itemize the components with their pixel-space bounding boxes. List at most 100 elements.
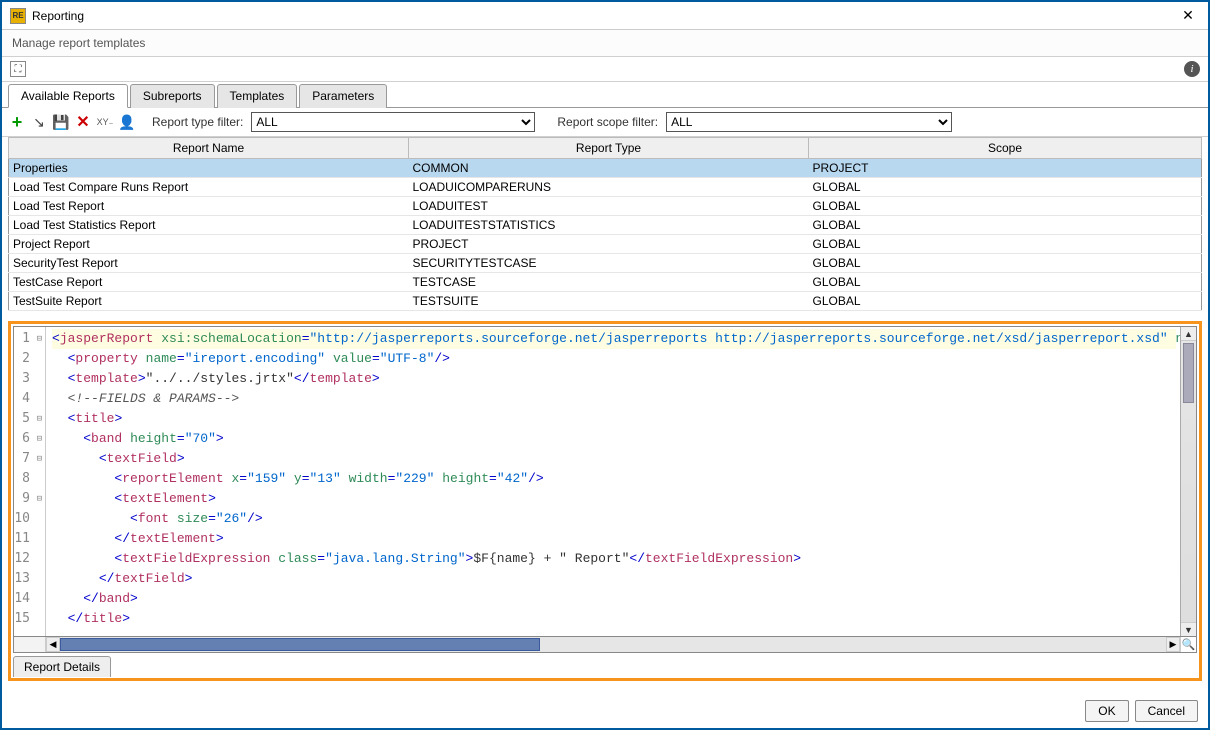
scope-filter-label: Report scope filter: bbox=[557, 115, 658, 129]
code-line[interactable]: <textFieldExpression class="java.lang.St… bbox=[52, 549, 1176, 569]
cell-name: Properties bbox=[9, 159, 409, 178]
zoom-icon[interactable]: 🔍 bbox=[1180, 637, 1196, 652]
tab-parameters[interactable]: Parameters bbox=[299, 84, 387, 108]
expand-icon[interactable]: ⛶ bbox=[10, 61, 26, 77]
code-lines[interactable]: <jasperReport xsi:schemaLocation="http:/… bbox=[46, 327, 1180, 636]
table-row[interactable]: Load Test Statistics ReportLOADUITESTSTA… bbox=[9, 216, 1202, 235]
code-line[interactable]: <!--FIELDS & PARAMS--> bbox=[52, 389, 1176, 409]
vertical-scrollbar[interactable]: ▲ ▼ bbox=[1180, 327, 1196, 636]
titlebar: RE Reporting ✕ bbox=[2, 2, 1208, 30]
edit-icon[interactable]: ↘ bbox=[30, 113, 48, 131]
cell-name: TestCase Report bbox=[9, 273, 409, 292]
code-line[interactable]: <textField> bbox=[52, 449, 1176, 469]
cell-type: SECURITYTESTCASE bbox=[409, 254, 809, 273]
rename-icon[interactable]: XY₋ bbox=[96, 113, 114, 131]
cell-type: PROJECT bbox=[409, 235, 809, 254]
close-button[interactable]: ✕ bbox=[1176, 6, 1200, 26]
code-line[interactable]: </band> bbox=[52, 589, 1176, 609]
table-row[interactable]: Load Test Compare Runs ReportLOADUICOMPA… bbox=[9, 178, 1202, 197]
save-icon[interactable]: 💾 bbox=[52, 113, 70, 131]
info-icon[interactable]: i bbox=[1184, 61, 1200, 77]
code-line[interactable]: <reportElement x="159" y="13" width="229… bbox=[52, 469, 1176, 489]
tab-available-reports[interactable]: Available Reports bbox=[8, 84, 128, 108]
cell-scope: GLOBAL bbox=[809, 292, 1202, 311]
cancel-button[interactable]: Cancel bbox=[1135, 700, 1198, 722]
line-number: 11 bbox=[14, 529, 43, 549]
table-row[interactable]: TestSuite ReportTESTSUITEGLOBAL bbox=[9, 292, 1202, 311]
line-number: 9⊟ bbox=[14, 489, 43, 509]
scroll-left-icon[interactable]: ◀ bbox=[46, 637, 60, 652]
code-line[interactable]: <font size="26"/> bbox=[52, 509, 1176, 529]
cell-type: TESTSUITE bbox=[409, 292, 809, 311]
type-filter-select[interactable]: ALL bbox=[251, 112, 535, 132]
code-line[interactable]: <title> bbox=[52, 409, 1176, 429]
cell-scope: PROJECT bbox=[809, 159, 1202, 178]
line-number: 8 bbox=[14, 469, 43, 489]
report-table[interactable]: Report NameReport TypeScope PropertiesCO… bbox=[8, 137, 1202, 311]
dialog-buttons: OK Cancel bbox=[1085, 700, 1198, 722]
table-row[interactable]: TestCase ReportTESTCASEGLOBAL bbox=[9, 273, 1202, 292]
cell-type: LOADUITEST bbox=[409, 197, 809, 216]
code-line[interactable]: <textElement> bbox=[52, 489, 1176, 509]
column-header[interactable]: Report Name bbox=[9, 138, 409, 159]
code-line[interactable]: <property name="ireport.encoding" value=… bbox=[52, 349, 1176, 369]
cell-type: LOADUICOMPARERUNS bbox=[409, 178, 809, 197]
main-tabs: Available ReportsSubreportsTemplatesPara… bbox=[2, 83, 1208, 108]
hscroll-thumb[interactable] bbox=[60, 638, 540, 651]
code-line[interactable]: <band height="70"> bbox=[52, 429, 1176, 449]
horizontal-scrollbar[interactable]: ◀ ▶ 🔍 bbox=[13, 637, 1197, 653]
window-title: Reporting bbox=[32, 9, 1176, 23]
cell-scope: GLOBAL bbox=[809, 273, 1202, 292]
cell-name: TestSuite Report bbox=[9, 292, 409, 311]
line-number: 6⊟ bbox=[14, 429, 43, 449]
table-row[interactable]: PropertiesCOMMONPROJECT bbox=[9, 159, 1202, 178]
line-number: 4 bbox=[14, 389, 43, 409]
line-number: 13 bbox=[14, 569, 43, 589]
type-filter-label: Report type filter: bbox=[152, 115, 243, 129]
scroll-up-icon[interactable]: ▲ bbox=[1181, 327, 1196, 341]
line-number: 7⊟ bbox=[14, 449, 43, 469]
actions-toolbar: + ↘ 💾 ✕ XY₋ 👤 Report type filter: ALL Re… bbox=[2, 108, 1208, 137]
line-number: 10 bbox=[14, 509, 43, 529]
line-number: 12 bbox=[14, 549, 43, 569]
cell-name: Load Test Statistics Report bbox=[9, 216, 409, 235]
tab-subreports[interactable]: Subreports bbox=[130, 84, 215, 108]
user-icon[interactable]: 👤 bbox=[118, 113, 136, 131]
column-header[interactable]: Report Type bbox=[409, 138, 809, 159]
cell-scope: GLOBAL bbox=[809, 178, 1202, 197]
column-header[interactable]: Scope bbox=[809, 138, 1202, 159]
line-gutter: 1⊟2345⊟6⊟7⊟89⊟101112131415 bbox=[14, 327, 46, 636]
line-number: 15 bbox=[14, 609, 43, 629]
ok-button[interactable]: OK bbox=[1085, 700, 1128, 722]
delete-icon[interactable]: ✕ bbox=[74, 113, 92, 131]
table-row[interactable]: SecurityTest ReportSECURITYTESTCASEGLOBA… bbox=[9, 254, 1202, 273]
code-line[interactable]: <jasperReport xsi:schemaLocation="http:/… bbox=[52, 329, 1176, 349]
add-icon[interactable]: + bbox=[8, 113, 26, 131]
line-number: 14 bbox=[14, 589, 43, 609]
subtitle: Manage report templates bbox=[2, 30, 1208, 57]
code-line[interactable]: </textField> bbox=[52, 569, 1176, 589]
line-number: 1⊟ bbox=[14, 329, 43, 349]
code-line[interactable]: <template>"../../styles.jrtx"</template> bbox=[52, 369, 1176, 389]
cell-name: SecurityTest Report bbox=[9, 254, 409, 273]
code-line[interactable]: </title> bbox=[52, 609, 1176, 629]
lower-tabs: Report Details bbox=[13, 655, 1197, 676]
top-toolbar: ⛶ i bbox=[2, 57, 1208, 82]
scroll-thumb[interactable] bbox=[1183, 343, 1194, 403]
cell-scope: GLOBAL bbox=[809, 216, 1202, 235]
tab-templates[interactable]: Templates bbox=[217, 84, 298, 108]
report-details-panel: 1⊟2345⊟6⊟7⊟89⊟101112131415 <jasperReport… bbox=[8, 321, 1202, 681]
cell-name: Load Test Compare Runs Report bbox=[9, 178, 409, 197]
scroll-right-icon[interactable]: ▶ bbox=[1166, 637, 1180, 652]
cell-scope: GLOBAL bbox=[809, 254, 1202, 273]
tab-report-details[interactable]: Report Details bbox=[13, 656, 111, 677]
table-row[interactable]: Project ReportPROJECTGLOBAL bbox=[9, 235, 1202, 254]
table-row[interactable]: Load Test ReportLOADUITESTGLOBAL bbox=[9, 197, 1202, 216]
scroll-down-icon[interactable]: ▼ bbox=[1181, 622, 1196, 636]
code-line[interactable]: </textElement> bbox=[52, 529, 1176, 549]
cell-type: COMMON bbox=[409, 159, 809, 178]
app-icon: RE bbox=[10, 8, 26, 24]
code-editor[interactable]: 1⊟2345⊟6⊟7⊟89⊟101112131415 <jasperReport… bbox=[13, 326, 1197, 637]
line-number: 5⊟ bbox=[14, 409, 43, 429]
scope-filter-select[interactable]: ALL bbox=[666, 112, 952, 132]
